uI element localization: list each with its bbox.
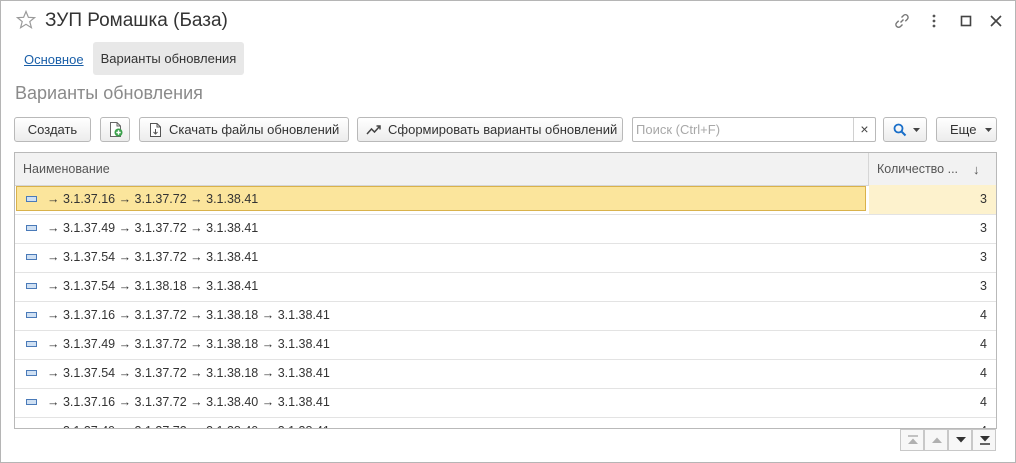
- chevron-up-icon: [932, 437, 942, 443]
- table-row[interactable]: → 3.1.37.16 → 3.1.37.72 → 3.1.38.40 → 3.…: [15, 388, 996, 418]
- row-name: → 3.1.37.54 → 3.1.37.72 → 3.1.38.18 → 3.…: [47, 366, 330, 380]
- row-count: 3: [980, 279, 987, 293]
- item-icon: [26, 370, 37, 376]
- item-icon: [26, 225, 37, 231]
- table-row[interactable]: → 3.1.37.49 → 3.1.37.72 → 3.1.38.41 3: [15, 214, 996, 244]
- row-count: 4: [980, 337, 987, 351]
- search-icon: [893, 123, 907, 137]
- row-count: 3: [980, 250, 987, 264]
- page-down-button[interactable]: [948, 429, 972, 451]
- row-count: 4: [980, 395, 987, 409]
- window-title: ЗУП Ромашка (База): [45, 10, 228, 31]
- create-button[interactable]: Создать: [14, 117, 91, 142]
- column-header-count[interactable]: Количество ...: [877, 153, 958, 185]
- link-icon[interactable]: [893, 12, 911, 30]
- column-divider: [868, 153, 869, 185]
- table-row[interactable]: → 3.1.37.49 → 3.1.37.72 → 3.1.38.40 → 3.…: [15, 417, 996, 429]
- row-count: 4: [980, 366, 987, 380]
- item-icon: [26, 196, 37, 202]
- item-icon: [26, 341, 37, 347]
- double-chevron-down-icon: [980, 436, 990, 445]
- add-document-icon: [110, 122, 123, 137]
- row-name: → 3.1.37.16 → 3.1.37.72 → 3.1.38.40 → 3.…: [47, 395, 330, 409]
- clear-search-button[interactable]: ×: [853, 118, 875, 141]
- row-name: → 3.1.37.49 → 3.1.37.72 → 3.1.38.40 → 3.…: [47, 417, 330, 428]
- form-variants-label: Сформировать варианты обновлений: [388, 122, 618, 137]
- selected-cell-highlight: [869, 185, 996, 214]
- item-icon: [26, 428, 37, 429]
- more-vertical-icon[interactable]: [925, 12, 943, 30]
- update-variants-table[interactable]: Наименование Количество ... ↓ → 3.1.37.1…: [14, 152, 997, 429]
- table-row[interactable]: → 3.1.37.54 → 3.1.37.72 → 3.1.38.18 → 3.…: [15, 359, 996, 389]
- more-label: Еще: [950, 122, 977, 137]
- row-count: 4: [980, 308, 987, 322]
- item-icon: [26, 312, 37, 318]
- more-button[interactable]: Еще: [936, 117, 997, 142]
- chevron-down-icon: [985, 128, 992, 132]
- item-icon: [26, 254, 37, 260]
- column-header-name[interactable]: Наименование: [23, 153, 110, 185]
- page-title: Варианты обновления: [15, 83, 203, 103]
- maximize-icon[interactable]: [957, 12, 975, 30]
- row-name: → 3.1.37.49 → 3.1.37.72 → 3.1.38.18 → 3.…: [47, 337, 330, 351]
- close-icon[interactable]: [987, 12, 1005, 30]
- row-name: → 3.1.37.54 → 3.1.38.18 → 3.1.38.41: [47, 279, 259, 293]
- item-icon: [26, 283, 37, 289]
- row-count: 4: [980, 417, 987, 428]
- scroll-to-top-button[interactable]: [900, 429, 924, 451]
- table-row[interactable]: → 3.1.37.54 → 3.1.38.18 → 3.1.38.41 3: [15, 272, 996, 302]
- table-row[interactable]: → 3.1.37.16 → 3.1.37.72 → 3.1.38.41 3: [15, 185, 996, 215]
- trend-icon: [366, 125, 381, 135]
- item-icon: [26, 399, 37, 405]
- row-name: → 3.1.37.16 → 3.1.37.72 → 3.1.38.41: [47, 192, 259, 206]
- document-download-icon: [150, 123, 161, 137]
- chevron-down-icon: [913, 128, 920, 132]
- double-chevron-up-icon: [908, 435, 918, 444]
- row-name: → 3.1.37.49 → 3.1.37.72 → 3.1.38.41: [47, 221, 259, 235]
- scroll-to-bottom-button[interactable]: [972, 429, 996, 451]
- sort-desc-icon: ↓: [973, 161, 985, 177]
- form-variants-button[interactable]: Сформировать варианты обновлений: [357, 117, 623, 142]
- row-count: 3: [980, 192, 987, 206]
- search-dropdown-button[interactable]: [883, 117, 927, 142]
- download-updates-label: Скачать файлы обновлений: [169, 122, 340, 137]
- tab-update-variants[interactable]: Варианты обновления: [93, 42, 244, 75]
- title-bar: ЗУП Ромашка (База): [1, 1, 1015, 41]
- search-field[interactable]: ×: [632, 117, 876, 142]
- page-up-button[interactable]: [924, 429, 948, 451]
- row-name: → 3.1.37.54 → 3.1.37.72 → 3.1.38.41: [47, 250, 259, 264]
- table-row[interactable]: → 3.1.37.54 → 3.1.37.72 → 3.1.38.41 3: [15, 243, 996, 273]
- table-row[interactable]: → 3.1.37.16 → 3.1.37.72 → 3.1.38.18 → 3.…: [15, 301, 996, 331]
- chevron-down-icon: [956, 437, 966, 443]
- tab-main[interactable]: Основное: [24, 52, 84, 67]
- table-header: Наименование Количество ... ↓: [15, 153, 996, 186]
- window: ЗУП Ромашка (База) Основное Варианты обн…: [0, 0, 1016, 463]
- search-input[interactable]: [636, 120, 851, 139]
- download-updates-button[interactable]: Скачать файлы обновлений: [139, 117, 349, 142]
- star-icon[interactable]: [16, 10, 36, 30]
- new-document-button[interactable]: [100, 117, 130, 142]
- row-count: 3: [980, 221, 987, 235]
- row-name: → 3.1.37.16 → 3.1.37.72 → 3.1.38.18 → 3.…: [47, 308, 330, 322]
- sort-indicator: ↓: [973, 162, 980, 177]
- table-row[interactable]: → 3.1.37.49 → 3.1.37.72 → 3.1.38.18 → 3.…: [15, 330, 996, 360]
